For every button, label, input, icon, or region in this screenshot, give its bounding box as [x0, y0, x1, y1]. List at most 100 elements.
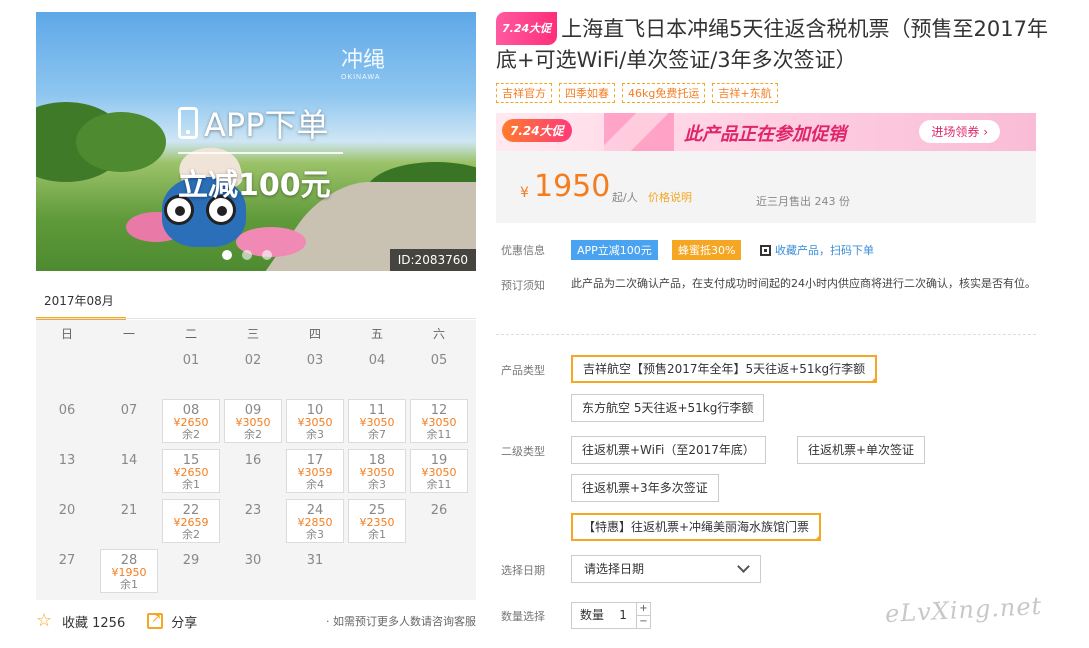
day-stock: 余7: [368, 428, 386, 441]
day-number: 07: [120, 403, 138, 418]
watermark: eLvXing.net: [884, 591, 1043, 629]
booking-notice-label: 预订须知: [501, 279, 545, 292]
product-tag: 46kg免费托运: [622, 83, 706, 103]
bottom-actions: ☆ 收藏 1256 分享 · 如需预订更多人数请咨询客服: [36, 610, 476, 632]
banner-text: 此产品正在参加促销: [684, 124, 846, 145]
calendar-day: 13: [38, 449, 96, 493]
price-calendar: 日 一 二 三 四 五 六 01 02 03 04 05 06 07 08 ¥2650 余2 09 ¥3050 余2…: [36, 320, 476, 600]
product-tag: 四季如春: [559, 83, 615, 103]
calendar-day: 02: [224, 349, 282, 393]
day-stock: 余4: [306, 478, 324, 491]
day-number: 01: [182, 353, 200, 368]
calendar-day[interactable]: 08 ¥2650 余2: [162, 399, 220, 443]
day-number: 26: [430, 503, 448, 518]
day-number: 02: [244, 353, 262, 368]
product-id: ID:2083760: [389, 249, 476, 271]
share-icon: [147, 611, 164, 629]
day-stock: 余1: [368, 528, 386, 541]
calendar-day: 14: [100, 449, 158, 493]
calendar-day: 26: [410, 499, 468, 543]
price-currency: ¥: [520, 185, 529, 201]
calendar-day[interactable]: 28 ¥1950 余1: [100, 549, 158, 593]
get-coupon-button[interactable]: 进场领券 ›: [919, 120, 1000, 143]
favorite-button[interactable]: ☆ 收藏 1256: [36, 612, 125, 631]
weekday-label: 日: [60, 326, 73, 341]
promo-banner[interactable]: 7.24大促 此产品正在参加促销 进场领券 ›: [496, 113, 1036, 151]
product-title: 7.24大促 上海直飞日本冲绳5天往返含税机票（预售至2017年底+可选WiFi/…: [496, 12, 1056, 76]
calendar-weekday-header: 日一二三四五六: [36, 320, 476, 346]
day-stock: 余2: [244, 428, 262, 441]
day-number: 14: [120, 453, 138, 468]
weekday-label: 一: [122, 326, 135, 341]
sub-type-option-3[interactable]: 往返机票+3年多次签证: [571, 474, 719, 502]
product-type-label: 产品类型: [501, 364, 545, 377]
calendar-day: 04: [348, 349, 406, 393]
sub-type-label: 二级类型: [501, 445, 545, 458]
calendar-day[interactable]: 25 ¥2350 余1: [348, 499, 406, 543]
calendar-day: 20: [38, 499, 96, 543]
carousel-dot-1[interactable]: [222, 250, 232, 260]
qr-code-icon: [760, 244, 771, 256]
sold-count: 近三月售出 243 份: [756, 195, 850, 208]
quantity-label: 数量选择: [501, 610, 545, 623]
date-select[interactable]: 请选择日期: [571, 555, 761, 583]
weekday-label: 六: [432, 326, 445, 341]
calendar-day: 16: [224, 449, 282, 493]
chevron-down-icon: [737, 560, 750, 573]
contact-tip: · 如需预订更多人数请咨询客服: [326, 615, 476, 628]
promo-line2: 立减100元: [178, 168, 331, 203]
day-number: 04: [368, 353, 386, 368]
qr-order-link[interactable]: 收藏产品，扫码下单: [760, 242, 874, 258]
carousel-dot-2[interactable]: [242, 250, 252, 260]
calendar-day[interactable]: 17 ¥3059 余4: [286, 449, 344, 493]
promo-line1: APP下单: [204, 106, 329, 144]
sub-type-option-2[interactable]: 往返机票+单次签证: [797, 436, 926, 464]
carousel-dots[interactable]: [222, 250, 272, 260]
product-type-option-1[interactable]: 吉祥航空【预售2017年全年】5天往返+51kg行李额: [571, 355, 878, 383]
price-explain-link[interactable]: 价格说明: [648, 189, 692, 205]
quantity-plus-button[interactable]: +: [637, 603, 650, 615]
calendar-day[interactable]: 19 ¥3050 余11: [410, 449, 468, 493]
calendar-day[interactable]: 15 ¥2650 余1: [162, 449, 220, 493]
day-number: 23: [244, 503, 262, 518]
day-number: 27: [58, 553, 76, 568]
calendar-day-empty: [100, 349, 158, 393]
calendar-day[interactable]: 11 ¥3050 余7: [348, 399, 406, 443]
product-tag: 吉祥+东航: [712, 83, 778, 103]
quantity-minus-button[interactable]: −: [637, 615, 650, 628]
day-stock: 余11: [426, 478, 452, 491]
carousel-dot-3[interactable]: [262, 250, 272, 260]
calendar-day[interactable]: 24 ¥2850 余3: [286, 499, 344, 543]
calendar-day: 31: [286, 549, 344, 593]
app-coupon-badge: APP立减100元: [571, 240, 658, 260]
product-type-option-2[interactable]: 东方航空 5天往返+51kg行李额: [571, 394, 765, 422]
share-button[interactable]: 分享: [147, 611, 197, 631]
day-number: 03: [306, 353, 324, 368]
offers-label: 优惠信息: [501, 244, 545, 257]
promo-badge: 7.24大促: [496, 12, 558, 45]
calendar-day[interactable]: 12 ¥3050 余11: [410, 399, 468, 443]
day-stock: 余3: [368, 478, 386, 491]
price-unit: 起/人: [612, 191, 638, 204]
day-stock: 余1: [120, 578, 138, 591]
calendar-day: 01: [162, 349, 220, 393]
day-stock: 余2: [182, 428, 200, 441]
calendar-day[interactable]: 22 ¥2659 余2: [162, 499, 220, 543]
calendar-day[interactable]: 10 ¥3050 余3: [286, 399, 344, 443]
calendar-day[interactable]: 09 ¥3050 余2: [224, 399, 282, 443]
calendar-day: 27: [38, 549, 96, 593]
sub-type-option-1[interactable]: 往返机票+WiFi（至2017年底）: [571, 436, 766, 464]
calendar-day: 07: [100, 399, 158, 443]
brand-logo: 冲绳 OKINAWA: [341, 48, 386, 81]
calendar-day[interactable]: 18 ¥3050 余3: [348, 449, 406, 493]
phone-icon: [178, 107, 198, 139]
calendar-month-tab[interactable]: 2017年08月: [36, 292, 126, 320]
honey-coupon-badge: 蜂蜜抵30%: [672, 240, 742, 260]
quantity-stepper[interactable]: 数量 1 + −: [571, 602, 651, 629]
calendar-day: 21: [100, 499, 158, 543]
product-image-carousel[interactable]: 冲绳 OKINAWA APP下单 立减100元 ID:2083760: [36, 12, 476, 271]
sub-type-option-4[interactable]: 【特惠】往返机票+冲绳美丽海水族馆门票: [571, 513, 822, 541]
calendar-day: 30: [224, 549, 282, 593]
quantity-value[interactable]: 1: [612, 603, 634, 628]
calendar-day: 23: [224, 499, 282, 543]
